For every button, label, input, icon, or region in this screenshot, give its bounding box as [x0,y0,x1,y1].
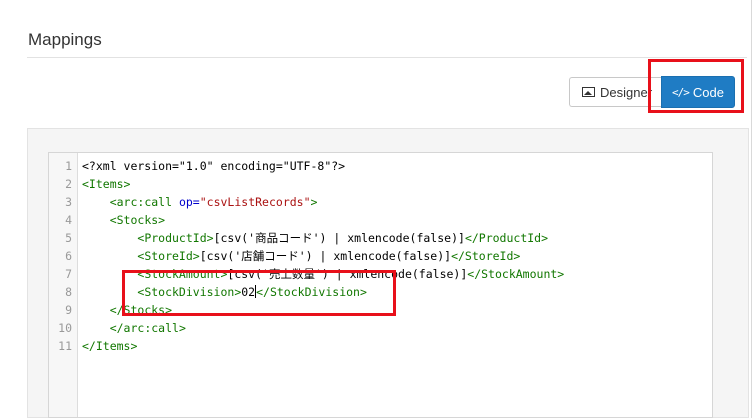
code-token: [csv('商品コード') | xmlencode(false)] [213,231,465,245]
line-code: </Items> [82,337,137,355]
code-token: <Items> [82,177,131,191]
line-number: 5 [65,231,72,245]
line-code: <ProductId>[csv('商品コード') | xmlencode(fal… [82,229,548,247]
line-number: 2 [65,177,72,191]
line-number: 10 [58,321,72,335]
code-token: </ProductId> [464,231,549,245]
designer-button-label: Designer [600,84,653,100]
line-number: 8 [65,285,72,299]
code-line[interactable]: 2 <Items> [49,175,712,193]
line-number: 7 [65,267,72,281]
annotation-box-stock-division [122,270,396,316]
code-lines: 1 <?xml version="1.0" encoding="UTF-8"?> 2… [49,157,712,355]
line-number: 3 [65,195,72,209]
code-token: > [310,195,318,209]
code-token: op= [178,195,200,209]
code-line[interactable]: 3 <arc:call op="csvListRecords"> [49,193,712,211]
code-token: <?xml version="1.0" encoding="UTF-8"?> [82,159,346,173]
line-number: 4 [65,213,72,227]
code-token: "csvListRecords" [199,195,311,209]
line-number: 6 [65,249,72,263]
line-code: <arc:call op="csvListRecords"> [82,193,318,211]
title-divider [27,57,747,58]
code-token: <ProductId> [137,231,214,245]
line-number: 9 [65,303,72,317]
annotation-box-code-button [648,59,744,113]
line-code: </arc:call> [82,319,186,337]
code-token: </StockAmount> [467,267,565,281]
code-token: <arc:call [109,195,179,209]
line-code: <?xml version="1.0" encoding="UTF-8"?> [82,157,345,175]
code-token: </arc:call> [109,321,186,335]
code-token: <Stocks> [109,213,166,227]
image-icon [582,87,595,97]
line-code: <Stocks> [82,211,165,229]
code-token: </Items> [82,339,138,353]
line-number: 11 [58,339,72,353]
line-code: <Items> [82,175,130,193]
code-line[interactable]: 1 <?xml version="1.0" encoding="UTF-8"?> [49,157,712,175]
code-token: <StoreId> [137,249,200,263]
line-number: 1 [65,159,72,173]
line-code: <StoreId>[csv('店舗コード') | xmlencode(false… [82,247,520,265]
code-line[interactable]: 5 <ProductId>[csv('商品コード') | xmlencode(f… [49,229,712,247]
code-line[interactable]: 4 <Stocks> [49,211,712,229]
code-line[interactable]: 10 </arc:call> [49,319,712,337]
page-title: Mappings [28,30,102,49]
code-token: [csv('店舗コード') | xmlencode(false)] [199,249,452,263]
code-token: </StoreId> [451,249,521,263]
code-line[interactable]: 11 </Items> [49,337,712,355]
code-line[interactable]: 6 <StoreId>[csv('店舗コード') | xmlencode(fal… [49,247,712,265]
